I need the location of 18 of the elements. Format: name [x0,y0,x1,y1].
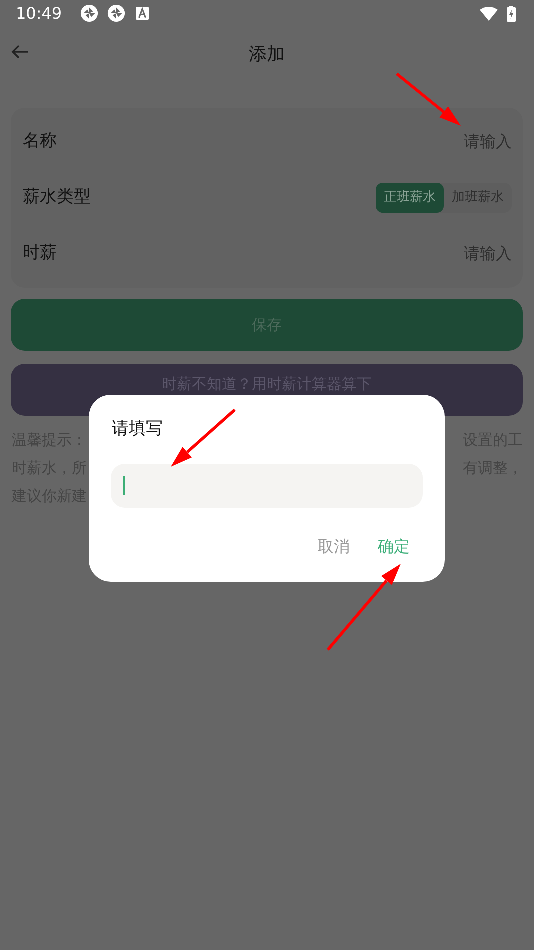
page-title: 添加 [249,42,285,66]
field-label: 名称 [23,130,57,154]
aperture-icon [80,4,100,23]
aperture-icon [107,4,126,23]
dialog-title: 请填写 [112,418,164,441]
confirm-button[interactable]: 确定 [376,530,412,562]
annotation-arrow [171,408,236,467]
field-label: 薪水类型 [23,186,91,210]
battery-icon [507,6,516,22]
annotation-arrow [396,72,461,126]
cancel-button[interactable]: 取消 [316,530,352,562]
wifi-icon [480,6,498,20]
app-icon [136,7,150,20]
clock-time: 10:49 [16,2,62,24]
text-input-field[interactable] [111,464,423,508]
field-label: 时薪 [23,242,57,266]
back-arrow-icon[interactable] [10,44,30,60]
segment-tab[interactable]: 正班薪水 [376,183,444,213]
